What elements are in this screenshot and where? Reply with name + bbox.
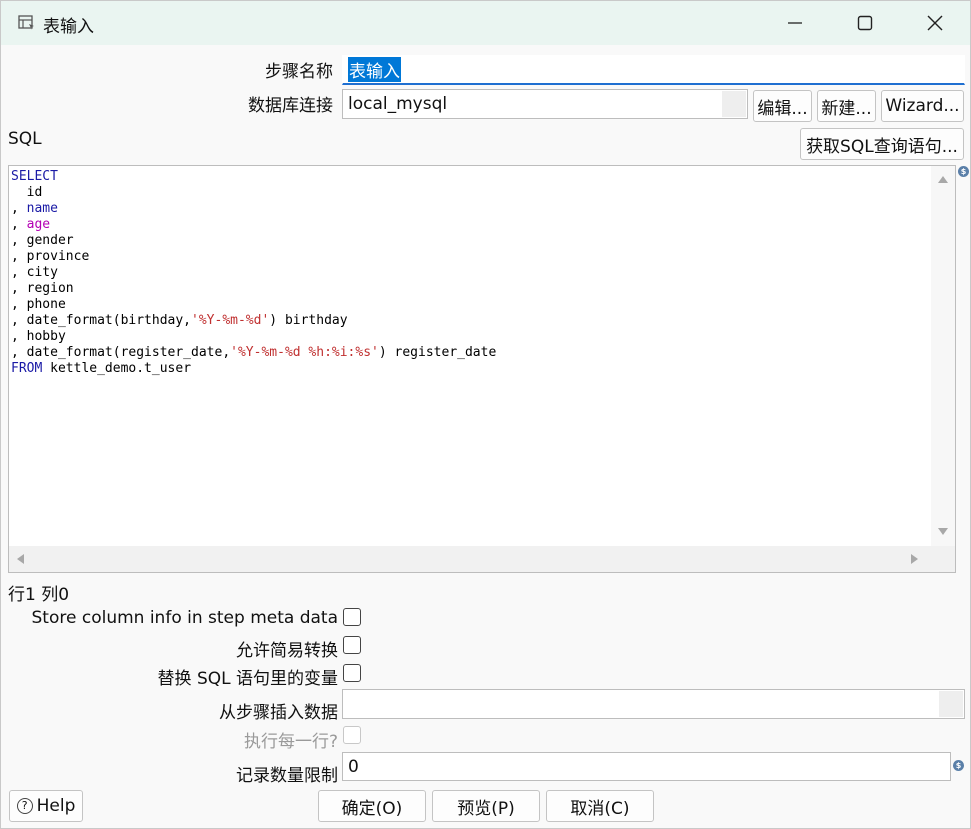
wizard-button[interactable]: Wizard... xyxy=(881,90,964,122)
title-bar: 表输入 xyxy=(1,1,970,45)
new-connection-button[interactable]: 新建... xyxy=(817,90,876,122)
cancel-button[interactable]: 取消(C) xyxy=(546,790,654,822)
replace-variables-label: 替换 SQL 语句里的变量 xyxy=(157,669,338,689)
vertical-scrollbar[interactable] xyxy=(931,166,955,546)
cursor-position: 行1 列0 xyxy=(8,585,70,605)
maximize-button[interactable] xyxy=(831,1,899,45)
sql-editor[interactable]: SELECT id , name , age , gender , provin… xyxy=(8,165,956,573)
execute-each-row-checkbox xyxy=(343,726,361,744)
lazy-conversion-label: 允许简易转换 xyxy=(236,641,338,661)
insert-from-step-dropdown-button[interactable] xyxy=(939,691,963,717)
db-connection-select[interactable]: local_mysql xyxy=(342,89,748,119)
scroll-down-icon[interactable] xyxy=(938,528,948,535)
insert-from-step-select[interactable] xyxy=(342,689,965,719)
store-column-info-label: Store column info in step meta data xyxy=(31,608,338,628)
scroll-right-icon[interactable] xyxy=(911,554,918,564)
limit-value: 0 xyxy=(348,756,359,777)
limit-variable-icon: $ xyxy=(953,760,964,771)
window-title: 表输入 xyxy=(43,17,94,37)
help-icon: ? xyxy=(16,798,33,814)
execute-each-row-label: 执行每一行? xyxy=(243,732,338,752)
get-sql-button[interactable]: 获取SQL查询语句... xyxy=(800,128,964,160)
edit-connection-button[interactable]: 编辑... xyxy=(753,90,812,122)
sql-code[interactable]: SELECT id , name , age , gender , provin… xyxy=(11,169,496,377)
sql-line-12: , date_format(register_date,'%Y-%m-%d %h… xyxy=(11,345,497,360)
sql-line-6: , province xyxy=(11,249,90,264)
store-column-info-checkbox[interactable] xyxy=(343,608,361,626)
close-button[interactable] xyxy=(901,1,969,45)
scroll-up-icon[interactable] xyxy=(938,176,948,183)
replace-variables-checkbox[interactable] xyxy=(343,664,361,682)
sql-line-9: , phone xyxy=(11,297,66,312)
sql-field-name: name xyxy=(26,201,58,216)
sql-line-7: , city xyxy=(11,265,58,280)
lazy-conversion-checkbox[interactable] xyxy=(343,636,361,654)
minimize-button[interactable] xyxy=(761,1,829,45)
scroll-left-icon[interactable] xyxy=(17,554,24,564)
sql-line-11: , hobby xyxy=(11,329,66,344)
sql-line-8: , region xyxy=(11,281,74,296)
table-input-dialog: 表输入 步骤名称 表输入 数据库连接 local_mysql 编辑... 新建.… xyxy=(0,0,971,829)
maximize-icon xyxy=(857,15,873,31)
sql-line-5: , gender xyxy=(11,233,74,248)
step-name-input[interactable]: 表输入 xyxy=(342,55,965,85)
sql-line-1: SELECT xyxy=(11,169,58,184)
variable-icon: $ xyxy=(958,166,969,177)
sql-line-2: id xyxy=(11,185,43,200)
sql-label: SQL xyxy=(8,129,42,149)
step-name-value: 表输入 xyxy=(348,57,401,82)
sql-line-10: , date_format(birthday,'%Y-%m-%d') birth… xyxy=(11,313,348,328)
minimize-icon xyxy=(788,22,802,24)
db-connection-value: local_mysql xyxy=(348,94,448,114)
limit-input[interactable]: 0 xyxy=(342,752,951,781)
table-input-icon xyxy=(18,15,34,30)
help-button[interactable]: ? Help xyxy=(9,790,83,822)
sql-line-4: , age xyxy=(11,217,51,232)
close-icon xyxy=(927,15,943,31)
insert-from-step-label: 从步骤插入数据 xyxy=(219,703,338,723)
help-label: Help xyxy=(36,796,76,816)
limit-label: 记录数量限制 xyxy=(236,766,338,786)
db-connection-dropdown-button[interactable] xyxy=(722,91,746,117)
ok-button[interactable]: 确定(O) xyxy=(318,790,426,822)
horizontal-scrollbar[interactable] xyxy=(9,546,955,572)
db-connection-label: 数据库连接 xyxy=(248,96,333,116)
preview-button[interactable]: 预览(P) xyxy=(432,790,540,822)
sql-line-3: , name xyxy=(11,201,58,216)
sql-line-13: FROM kettle_demo.t_user xyxy=(11,361,192,376)
step-name-label: 步骤名称 xyxy=(265,62,333,82)
sql-field-age: age xyxy=(26,217,51,232)
